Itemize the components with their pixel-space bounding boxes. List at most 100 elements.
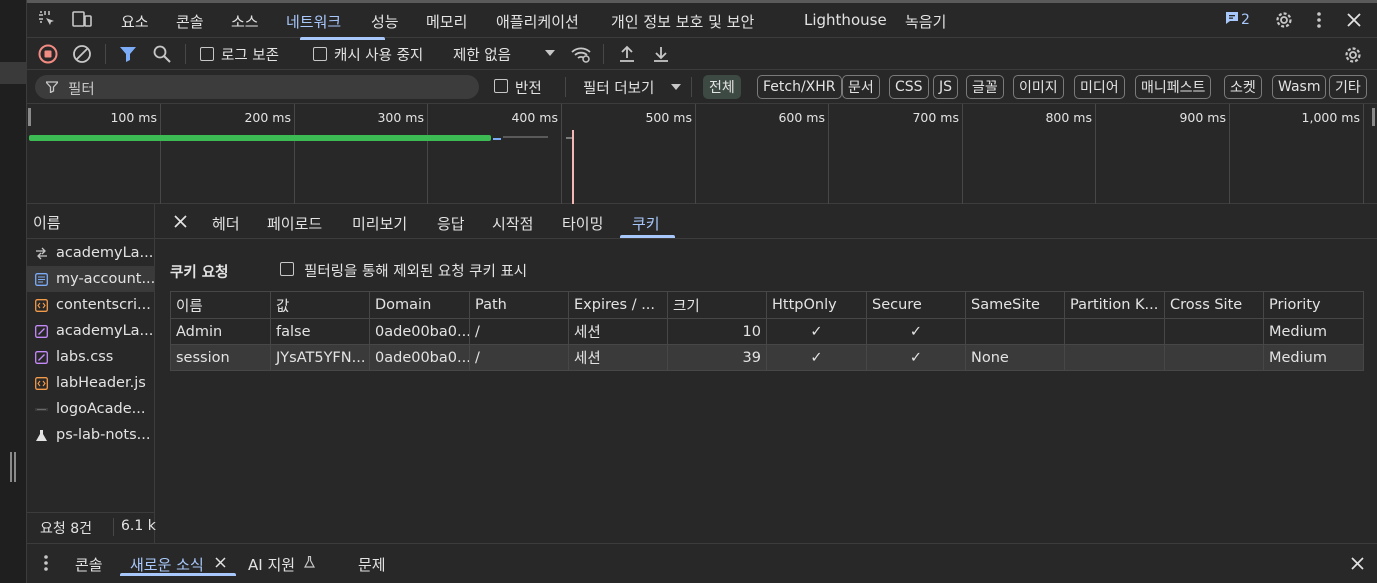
- network-conditions-icon[interactable]: [569, 43, 593, 65]
- column-partition-key[interactable]: Partition K...: [1064, 291, 1165, 319]
- filter-type-all[interactable]: 전체: [703, 75, 741, 99]
- search-icon[interactable]: [151, 43, 173, 65]
- drawer-tab-issues[interactable]: 문제: [358, 554, 386, 575]
- network-settings-gear-icon[interactable]: [1341, 43, 1365, 67]
- list-item[interactable]: logoAcade...: [27, 396, 155, 422]
- list-item[interactable]: labHeader.js: [27, 370, 155, 396]
- invert-label[interactable]: 반전: [515, 77, 542, 98]
- tab-initiator[interactable]: 시작점: [492, 213, 533, 234]
- tab-network[interactable]: 네트워크: [286, 11, 341, 32]
- tab-performance[interactable]: 성능: [371, 11, 399, 32]
- upload-icon[interactable]: [616, 43, 638, 65]
- tab-elements[interactable]: 요소: [121, 11, 149, 32]
- throttling-select[interactable]: 제한 없음: [453, 44, 511, 65]
- cookie-size: 39: [667, 344, 767, 371]
- request-name: academyLa...: [56, 323, 154, 339]
- column-name[interactable]: 이름: [170, 291, 271, 319]
- request-list-header[interactable]: 이름: [27, 204, 155, 239]
- close-icon[interactable]: [172, 213, 188, 229]
- filter-type-img[interactable]: 이미지: [1013, 75, 1064, 99]
- column-value[interactable]: 값: [270, 291, 370, 319]
- cookie-value: false: [270, 318, 370, 345]
- column-samesite[interactable]: SameSite: [965, 291, 1065, 319]
- column-secure[interactable]: Secure: [866, 291, 966, 319]
- list-item[interactable]: academyLa...: [27, 240, 155, 266]
- filter-type-js[interactable]: JS: [933, 75, 959, 99]
- download-icon[interactable]: [650, 43, 672, 65]
- tab-recorder[interactable]: 녹음기: [905, 11, 946, 32]
- chevron-down-icon[interactable]: [670, 81, 682, 93]
- filter-type-doc[interactable]: 문서: [842, 75, 880, 99]
- tab-headers[interactable]: 헤더: [212, 213, 240, 234]
- drawer-tab-whats-new[interactable]: 새로운 소식: [130, 554, 204, 575]
- tab-sources[interactable]: 소스: [231, 11, 259, 32]
- timeline-overview[interactable]: 100 ms 200 ms 300 ms 400 ms 500 ms 600 m…: [27, 104, 1377, 204]
- clear-icon[interactable]: [71, 43, 93, 65]
- show-filtered-cookies-label[interactable]: 필터링을 통해 제외된 요청 쿠키 표시: [304, 260, 527, 281]
- column-path[interactable]: Path: [469, 291, 569, 319]
- tab-console[interactable]: 콘솔: [176, 11, 204, 32]
- disable-cache-label[interactable]: 캐시 사용 중지: [334, 44, 423, 65]
- close-devtools-icon[interactable]: [1343, 9, 1365, 31]
- list-item[interactable]: my-account...: [27, 266, 155, 292]
- list-item[interactable]: ps-lab-nots...: [27, 422, 155, 448]
- invert-checkbox[interactable]: [494, 79, 508, 93]
- table-row[interactable]: session JYsAT5YFN... 0ade00ba0... / 세션 3…: [170, 344, 1364, 371]
- filter-input[interactable]: 필터: [35, 75, 479, 99]
- tab-payload[interactable]: 페이로드: [267, 213, 322, 234]
- column-httponly[interactable]: HttpOnly: [766, 291, 867, 319]
- close-drawer-icon[interactable]: [1347, 553, 1367, 573]
- tab-response[interactable]: 응답: [437, 213, 465, 234]
- filter-type-other[interactable]: 기타: [1329, 75, 1367, 99]
- timeline-right-handle[interactable]: [1372, 108, 1375, 126]
- issues-icon[interactable]: [1224, 10, 1240, 26]
- column-cross-site[interactable]: Cross Site: [1164, 291, 1264, 319]
- column-expires[interactable]: Expires / ...: [568, 291, 668, 319]
- drawer-tab-console[interactable]: 콘솔: [75, 554, 103, 575]
- more-filters-dropdown[interactable]: 필터 더보기: [583, 77, 654, 98]
- preserve-log-label[interactable]: 로그 보존: [221, 44, 279, 65]
- tab-privacy-security[interactable]: 개인 정보 보호 및 보안: [611, 11, 754, 32]
- filter-type-media[interactable]: 미디어: [1074, 75, 1125, 99]
- filter-type-fetch-xhr[interactable]: Fetch/XHR: [757, 75, 842, 99]
- timeline-left-handle[interactable]: [28, 108, 31, 126]
- filter-type-manifest[interactable]: 매니페스트: [1135, 75, 1212, 99]
- filter-funnel-icon[interactable]: [117, 43, 139, 65]
- list-item[interactable]: academyLa...: [27, 318, 155, 344]
- drawer-menu-icon[interactable]: [40, 553, 52, 573]
- status-divider: [113, 518, 114, 536]
- chevron-down-icon[interactable]: [543, 46, 557, 60]
- column-domain[interactable]: Domain: [369, 291, 470, 319]
- stylesheet-icon: [35, 324, 48, 338]
- tab-lighthouse[interactable]: Lighthouse: [804, 11, 887, 29]
- tab-timing[interactable]: 타이밍: [562, 213, 603, 234]
- device-toolbar-icon[interactable]: [71, 9, 93, 29]
- filter-type-wasm[interactable]: Wasm: [1272, 75, 1327, 99]
- resize-grip[interactable]: [10, 452, 16, 482]
- show-filtered-cookies-checkbox[interactable]: [280, 262, 294, 276]
- list-item[interactable]: labs.css: [27, 344, 155, 370]
- filter-type-socket[interactable]: 소켓: [1224, 75, 1262, 99]
- tab-cookies[interactable]: 쿠키: [632, 213, 660, 234]
- settings-gear-icon[interactable]: [1273, 9, 1295, 31]
- column-priority[interactable]: Priority: [1263, 291, 1364, 319]
- tab-application[interactable]: 애플리케이션: [496, 11, 579, 32]
- request-name: my-account...: [56, 271, 155, 287]
- filter-type-font[interactable]: 글꼴: [966, 75, 1004, 99]
- table-row[interactable]: Admin false 0ade00ba0... / 세션 10 ✓ ✓ Med…: [170, 318, 1364, 345]
- disable-cache-checkbox[interactable]: [313, 47, 327, 61]
- tab-memory[interactable]: 메모리: [426, 11, 467, 32]
- active-tab-indicator: [620, 235, 675, 238]
- close-tab-icon[interactable]: [213, 555, 227, 569]
- column-size[interactable]: 크기: [667, 291, 767, 319]
- inspect-element-icon[interactable]: [37, 9, 57, 29]
- cookie-secure: ✓: [866, 344, 966, 371]
- filter-type-css[interactable]: CSS: [889, 75, 929, 99]
- stop-recording-icon[interactable]: [37, 43, 59, 65]
- preserve-log-checkbox[interactable]: [200, 47, 214, 61]
- drawer-tab-ai-assistance[interactable]: AI 지원: [248, 554, 295, 575]
- more-options-icon[interactable]: [1311, 9, 1327, 31]
- tab-preview[interactable]: 미리보기: [352, 213, 407, 234]
- list-item[interactable]: contentscri...: [27, 292, 155, 318]
- issues-count[interactable]: 2: [1241, 12, 1250, 28]
